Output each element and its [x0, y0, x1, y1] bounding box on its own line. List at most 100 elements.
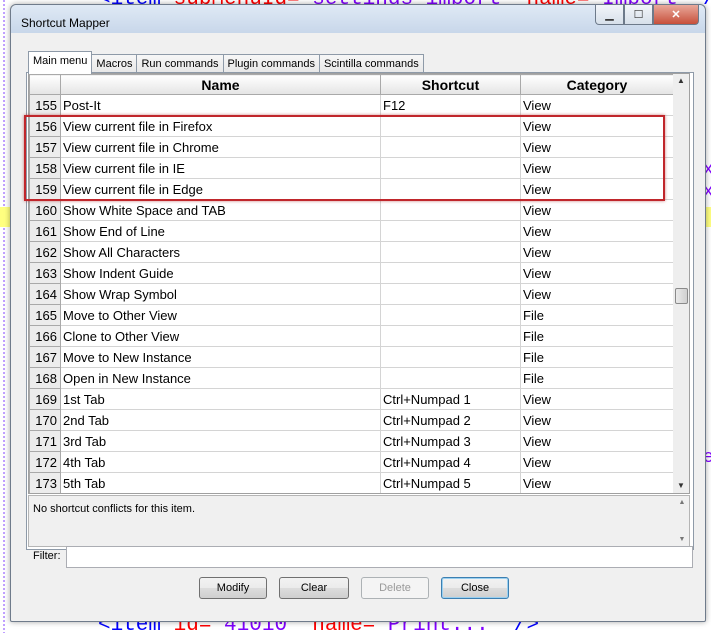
maximize-icon[interactable]: ☐: [624, 5, 653, 25]
category-cell[interactable]: View: [520, 178, 674, 200]
shortcut-cell[interactable]: F12: [380, 94, 521, 116]
shortcut-cell[interactable]: [380, 283, 521, 305]
category-cell[interactable]: View: [520, 220, 674, 242]
column-header-number[interactable]: [29, 74, 61, 95]
shortcut-cell[interactable]: [380, 262, 521, 284]
row-number-cell[interactable]: 159: [29, 178, 61, 200]
row-number-cell[interactable]: 173: [29, 472, 61, 493]
category-cell[interactable]: View: [520, 136, 674, 158]
name-cell[interactable]: View current file in Firefox: [60, 115, 381, 137]
shortcut-cell[interactable]: [380, 178, 521, 200]
name-cell[interactable]: 3rd Tab: [60, 430, 381, 452]
name-cell[interactable]: 5th Tab: [60, 472, 381, 493]
row-number-cell[interactable]: 155: [29, 94, 61, 116]
row-number-cell[interactable]: 161: [29, 220, 61, 242]
column-header-shortcut[interactable]: Shortcut: [380, 74, 521, 95]
table-row[interactable]: 165 Move to Other View File: [29, 304, 674, 326]
row-number-cell[interactable]: 158: [29, 157, 61, 179]
row-number-cell[interactable]: 164: [29, 283, 61, 305]
name-cell[interactable]: Show Wrap Symbol: [60, 283, 381, 305]
category-cell[interactable]: View: [520, 157, 674, 179]
title-bar[interactable]: Shortcut Mapper ▁ ☐ ✕: [11, 5, 705, 33]
tab-run-commands[interactable]: Run commands: [136, 54, 224, 74]
table-row[interactable]: 156 View current file in Firefox View: [29, 115, 674, 137]
table-row[interactable]: 161 Show End of Line View: [29, 220, 674, 242]
tab-scintilla-commands[interactable]: Scintilla commands: [318, 54, 424, 74]
table-row[interactable]: 166 Clone to Other View File: [29, 325, 674, 347]
shortcut-grid[interactable]: Name Shortcut Category 155 Post-It F12 View…: [28, 73, 675, 494]
shortcut-cell[interactable]: [380, 136, 521, 158]
table-row[interactable]: 157 View current file in Chrome View: [29, 136, 674, 158]
conflict-scroll-down-icon[interactable]: ▼: [677, 536, 687, 543]
name-cell[interactable]: Clone to Other View: [60, 325, 381, 347]
shortcut-cell[interactable]: Ctrl+Numpad 2: [380, 409, 521, 431]
category-cell[interactable]: File: [520, 367, 674, 389]
grid-vertical-scrollbar[interactable]: ▲ ▼: [673, 73, 690, 494]
close-window-icon[interactable]: ✕: [653, 5, 699, 25]
name-cell[interactable]: Post-It: [60, 94, 381, 116]
shortcut-cell[interactable]: [380, 199, 521, 221]
table-row[interactable]: 169 1st Tab Ctrl+Numpad 1 View: [29, 388, 674, 410]
column-header-category[interactable]: Category: [520, 74, 674, 95]
category-cell[interactable]: View: [520, 115, 674, 137]
category-cell[interactable]: File: [520, 346, 674, 368]
category-cell[interactable]: View: [520, 241, 674, 263]
name-cell[interactable]: 4th Tab: [60, 451, 381, 473]
category-cell[interactable]: View: [520, 430, 674, 452]
delete-button[interactable]: Delete: [361, 577, 429, 599]
scrollbar-thumb[interactable]: [675, 288, 688, 304]
name-cell[interactable]: 2nd Tab: [60, 409, 381, 431]
row-number-cell[interactable]: 170: [29, 409, 61, 431]
table-row[interactable]: 167 Move to New Instance File: [29, 346, 674, 368]
row-number-cell[interactable]: 169: [29, 388, 61, 410]
shortcut-cell[interactable]: [380, 304, 521, 326]
table-row[interactable]: 160 Show White Space and TAB View: [29, 199, 674, 221]
category-cell[interactable]: View: [520, 451, 674, 473]
tab-main-menu[interactable]: Main menu: [28, 51, 93, 74]
category-cell[interactable]: View: [520, 94, 674, 116]
scroll-down-icon[interactable]: ▼: [673, 479, 689, 493]
row-number-cell[interactable]: 163: [29, 262, 61, 284]
row-number-cell[interactable]: 167: [29, 346, 61, 368]
clear-button[interactable]: Clear: [279, 577, 349, 599]
table-row[interactable]: 159 View current file in Edge View: [29, 178, 674, 200]
row-number-cell[interactable]: 160: [29, 199, 61, 221]
table-row[interactable]: 170 2nd Tab Ctrl+Numpad 2 View: [29, 409, 674, 431]
shortcut-cell[interactable]: Ctrl+Numpad 4: [380, 451, 521, 473]
shortcut-cell[interactable]: Ctrl+Numpad 1: [380, 388, 521, 410]
category-cell[interactable]: View: [520, 409, 674, 431]
shortcut-cell[interactable]: [380, 346, 521, 368]
name-cell[interactable]: Move to Other View: [60, 304, 381, 326]
shortcut-cell[interactable]: Ctrl+Numpad 5: [380, 472, 521, 493]
row-number-cell[interactable]: 156: [29, 115, 61, 137]
minimize-icon[interactable]: ▁: [595, 5, 624, 25]
row-number-cell[interactable]: 165: [29, 304, 61, 326]
row-number-cell[interactable]: 172: [29, 451, 61, 473]
category-cell[interactable]: File: [520, 325, 674, 347]
filter-input[interactable]: [66, 546, 693, 568]
name-cell[interactable]: View current file in IE: [60, 157, 381, 179]
row-number-cell[interactable]: 171: [29, 430, 61, 452]
name-cell[interactable]: View current file in Edge: [60, 178, 381, 200]
category-cell[interactable]: View: [520, 262, 674, 284]
category-cell[interactable]: View: [520, 199, 674, 221]
column-header-name[interactable]: Name: [60, 74, 381, 95]
name-cell[interactable]: Show All Characters: [60, 241, 381, 263]
name-cell[interactable]: Move to New Instance: [60, 346, 381, 368]
close-button[interactable]: Close: [441, 577, 509, 599]
shortcut-cell[interactable]: [380, 325, 521, 347]
table-row[interactable]: 173 5th Tab Ctrl+Numpad 5 View: [29, 472, 674, 493]
category-cell[interactable]: View: [520, 388, 674, 410]
category-cell[interactable]: File: [520, 304, 674, 326]
shortcut-cell[interactable]: [380, 220, 521, 242]
tab-plugin-commands[interactable]: Plugin commands: [222, 54, 320, 74]
row-number-cell[interactable]: 162: [29, 241, 61, 263]
tab-macros[interactable]: Macros: [91, 54, 138, 74]
name-cell[interactable]: Show Indent Guide: [60, 262, 381, 284]
table-row[interactable]: 168 Open in New Instance File: [29, 367, 674, 389]
category-cell[interactable]: View: [520, 283, 674, 305]
scroll-up-icon[interactable]: ▲: [673, 74, 689, 88]
table-row[interactable]: 155 Post-It F12 View: [29, 94, 674, 116]
table-row[interactable]: 162 Show All Characters View: [29, 241, 674, 263]
table-row[interactable]: 158 View current file in IE View: [29, 157, 674, 179]
